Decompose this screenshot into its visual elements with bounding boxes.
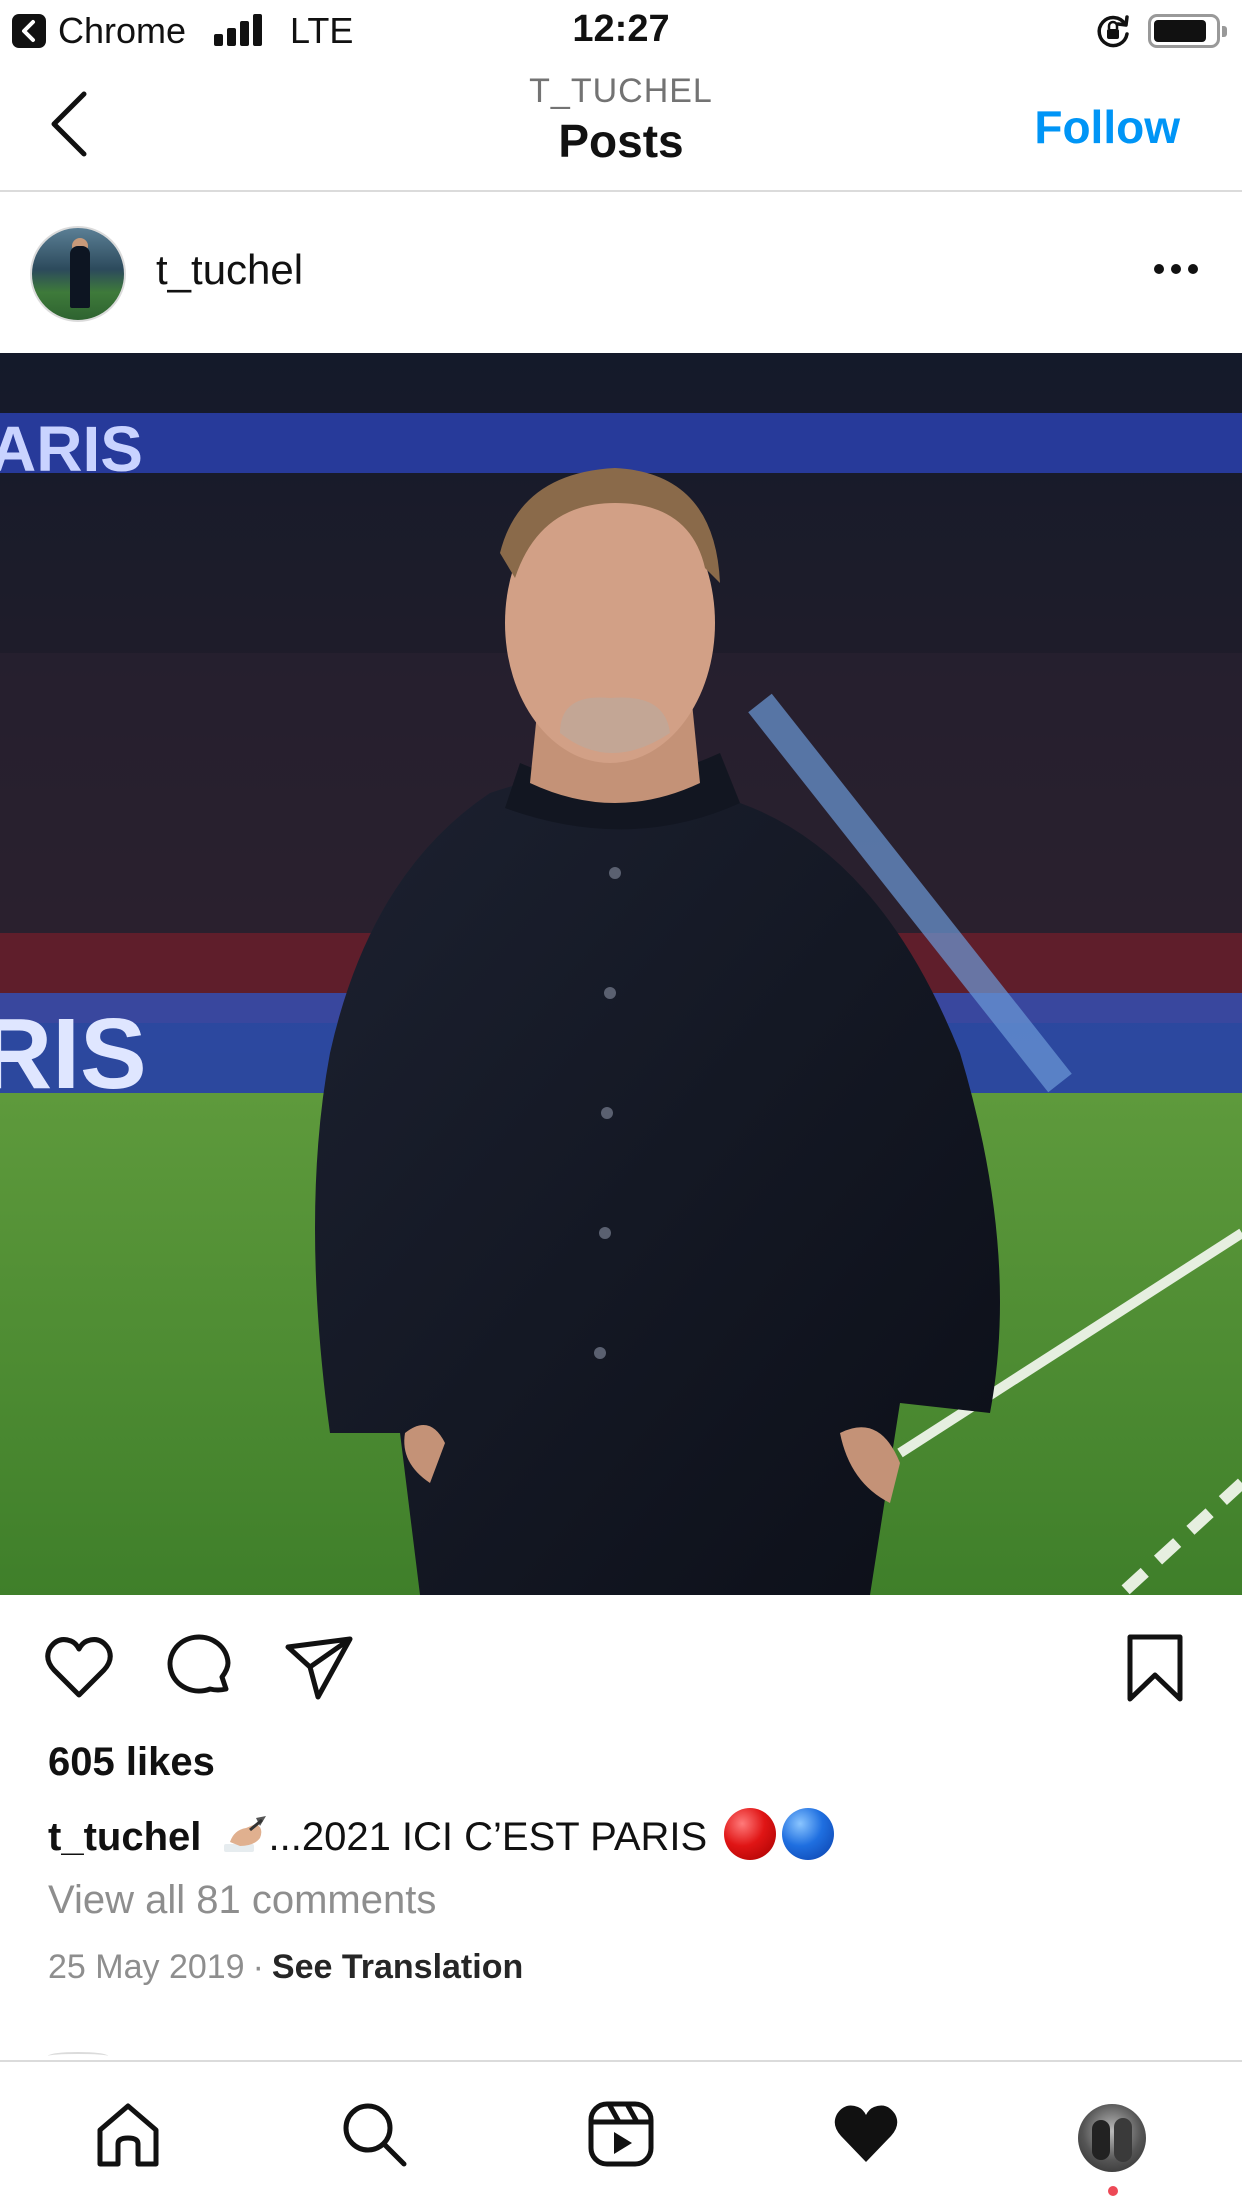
like-heart-icon[interactable] [42, 1631, 116, 1705]
avatar[interactable] [30, 226, 126, 322]
see-translation-link[interactable]: See Translation [272, 1948, 523, 1986]
save-bookmark-icon[interactable] [1118, 1631, 1192, 1705]
red-circle-emoji [724, 1808, 777, 1860]
next-post-avatar-peek [48, 2052, 108, 2060]
post-caption: t_tuchel ...2021 ICI C’EST PARIS [48, 1808, 835, 1860]
profile-avatar[interactable] [1078, 2104, 1146, 2172]
view-comments-link[interactable]: View all 81 comments [48, 1878, 436, 1923]
post-header: t_tuchel [0, 192, 1242, 353]
post-date: 25 May 2019 [48, 1948, 245, 1986]
home-icon[interactable] [92, 2098, 164, 2170]
battery-icon [1148, 14, 1227, 48]
activity-heart-icon[interactable] [830, 2098, 902, 2170]
post-username[interactable]: t_tuchel [156, 246, 303, 294]
meta-separator: · [252, 1948, 264, 1986]
blue-circle-emoji [782, 1808, 835, 1860]
caption-text: ...2021 ICI C’EST PARIS [268, 1815, 708, 1859]
svg-text:ARIS: ARIS [0, 413, 143, 485]
status-bar: Chrome LTE 12:27 [0, 0, 1242, 62]
post-actions [0, 1595, 1242, 1740]
writing-hand-emoji [220, 1814, 268, 1858]
follow-button[interactable]: Follow [1034, 100, 1180, 154]
posts-header: T_TUCHEL Posts Follow [0, 62, 1242, 192]
bottom-navigation [0, 2060, 1242, 2208]
likes-count[interactable]: 605 likes [48, 1740, 215, 1785]
notification-dot [1108, 2186, 1118, 2196]
post-photo[interactable]: ARIS RIS [0, 353, 1242, 1595]
more-options-icon[interactable] [1152, 250, 1200, 290]
share-send-icon[interactable] [282, 1631, 356, 1705]
status-time: 12:27 [572, 8, 670, 50]
reels-icon[interactable] [585, 2098, 657, 2170]
search-icon[interactable] [338, 2098, 410, 2170]
comment-icon[interactable] [162, 1631, 236, 1705]
orientation-lock-icon [1094, 12, 1132, 50]
post-meta: 25 May 2019 · See Translation [48, 1948, 523, 1987]
caption-username[interactable]: t_tuchel [48, 1815, 201, 1859]
